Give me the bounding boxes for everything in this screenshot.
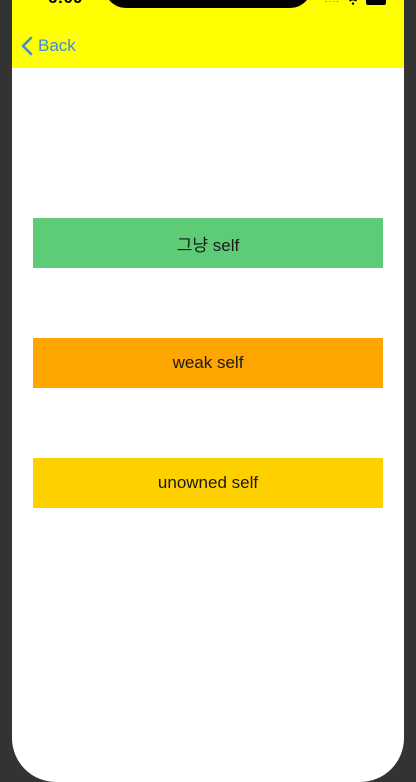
app-window: 6:09 .... Back 그냥 self weak self unowned… xyxy=(12,0,404,782)
screen: 6:09 .... Back 그냥 self weak self unowned… xyxy=(0,0,416,782)
wifi-icon xyxy=(349,0,357,5)
plain-self-button[interactable]: 그냥 self xyxy=(33,218,383,268)
status-time: 6:09 xyxy=(48,0,83,8)
status-indicators: .... xyxy=(325,0,386,5)
chevron-left-icon xyxy=(21,36,33,56)
back-label: Back xyxy=(38,36,76,55)
battery-icon xyxy=(366,0,386,5)
signal-icon: .... xyxy=(325,0,340,5)
back-button[interactable]: Back xyxy=(20,32,76,60)
device-notch xyxy=(104,0,312,8)
unowned-self-button[interactable]: unowned self xyxy=(33,458,383,508)
weak-self-button[interactable]: weak self xyxy=(33,338,383,388)
navigation-bar: 6:09 .... Back xyxy=(12,0,404,68)
